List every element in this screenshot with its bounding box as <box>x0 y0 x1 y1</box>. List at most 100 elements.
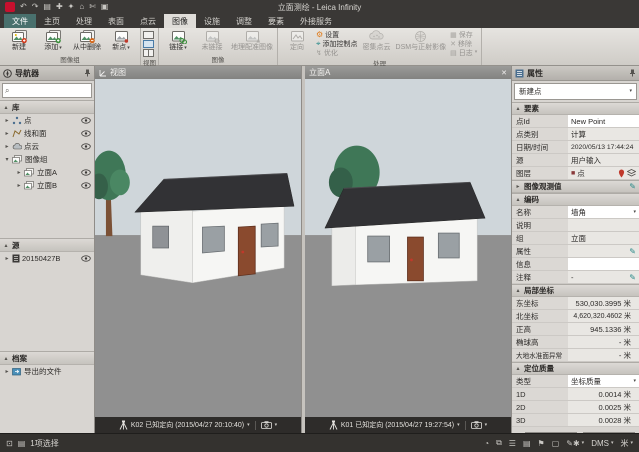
view-3d-header[interactable]: 视图 <box>95 66 301 79</box>
link-button[interactable]: 链接▾ <box>161 29 195 52</box>
tab-imaging[interactable]: 图像 <box>164 14 196 28</box>
new-point-button[interactable]: 新点▾ <box>104 29 138 52</box>
flag-icon[interactable]: ⚑ <box>538 439 545 448</box>
tree-item-point-clouds[interactable]: ▸ 点云 <box>0 140 94 153</box>
code-name-dropdown[interactable]: 墙角▾ <box>568 206 639 218</box>
log-button[interactable]: ▤日志▾ <box>450 48 477 57</box>
tools-icon[interactable]: ✦ <box>68 1 75 13</box>
expand-icon[interactable]: ▸ <box>4 255 10 262</box>
inspector-icon[interactable]: ▤ <box>18 439 26 448</box>
dropdown-caret-icon[interactable]: ▾ <box>485 423 488 428</box>
search-input[interactable] <box>11 85 89 96</box>
close-icon[interactable]: ✕ <box>501 69 507 77</box>
tree-item-image-group[interactable]: ▾ 图像组 <box>0 153 94 166</box>
expand-icon[interactable]: ▾ <box>4 156 10 163</box>
layout-icon[interactable]: ▣ <box>101 1 109 13</box>
visibility-eye-icon[interactable] <box>81 182 91 189</box>
list-icon[interactable]: ☰ <box>509 439 516 448</box>
station-selector[interactable]: K02 已知定向 (2015/04/27 20:10:40) <box>131 420 244 430</box>
view-facade-a-header[interactable]: 立面A ✕ <box>305 66 511 79</box>
camera-icon[interactable] <box>261 421 272 429</box>
expand-icon[interactable]: ▸ <box>4 368 10 375</box>
add-icon[interactable]: ✚ <box>56 1 63 13</box>
snap-settings-dropdown[interactable]: ✎✱ ▾ <box>566 439 584 448</box>
georeference-image-button[interactable]: 地理配准图像 <box>229 29 275 52</box>
navigator-search[interactable]: ⌕ <box>2 83 92 98</box>
view-facade-a-canvas[interactable] <box>305 79 511 417</box>
point-id-input[interactable]: New Point <box>568 115 639 127</box>
tab-pointclouds[interactable]: 点云 <box>132 14 164 28</box>
pin-icon[interactable] <box>84 69 91 77</box>
view-grid-button[interactable] <box>143 49 154 57</box>
tab-features[interactable]: 要素 <box>260 14 292 28</box>
tree-item-facade-b[interactable]: ▸ 立面B <box>0 179 94 192</box>
view-single-button[interactable] <box>143 31 154 39</box>
tab-surfaces[interactable]: 表面 <box>100 14 132 28</box>
dense-point-cloud-button[interactable]: 密集点云 <box>360 29 394 52</box>
folder-icon[interactable]: ▢ <box>552 439 560 448</box>
home-icon[interactable]: ⌂ <box>79 1 84 13</box>
pin-icon[interactable] <box>629 69 636 77</box>
tree-item-lines-areas[interactable]: ▸ 线和面 <box>0 127 94 140</box>
note-edit[interactable]: -✎ <box>568 271 639 283</box>
tab-processing[interactable]: 处理 <box>68 14 100 28</box>
visibility-eye-icon[interactable] <box>81 255 91 262</box>
unlink-button[interactable]: 未链接 <box>195 29 229 52</box>
info-input[interactable] <box>568 258 639 270</box>
tree-item-exported-files[interactable]: ▸ 导出的文件 <box>0 365 94 378</box>
section-library[interactable]: ▴ 库 <box>0 100 94 114</box>
cut-icon[interactable]: ✄ <box>89 1 96 13</box>
expand-icon[interactable]: ▸ <box>16 182 22 189</box>
expand-icon[interactable]: ▸ <box>16 169 22 176</box>
visibility-eye-icon[interactable] <box>81 130 91 137</box>
new-point-selector[interactable]: 新建点 ▾ <box>514 83 637 100</box>
layers-icon[interactable] <box>627 169 636 177</box>
section-image-observations[interactable]: ▸ 图像观测值 ✎ <box>512 180 639 193</box>
report-icon[interactable]: ▤ <box>43 1 51 13</box>
distance-unit-dropdown[interactable]: 米 ▾ <box>620 438 633 449</box>
tab-adjustments[interactable]: 调整 <box>228 14 260 28</box>
section-source[interactable]: ▴ 源 <box>0 238 94 252</box>
tab-infrastructure[interactable]: 设施 <box>196 14 228 28</box>
section-feature[interactable]: ▴ 要素 <box>512 102 639 115</box>
station-selector[interactable]: K01 已知定向 (2015/04/27 19:27:54) <box>341 420 454 430</box>
angle-unit-dropdown[interactable]: DMS ▾ <box>591 439 613 448</box>
tree-item-points[interactable]: ▸ 点 <box>0 114 94 127</box>
tree-item-source-file[interactable]: ▸ 20150427B <box>0 252 94 265</box>
tab-services[interactable]: 外接服务 <box>292 14 340 28</box>
view-split-button[interactable] <box>143 40 154 48</box>
dsm-orthophoto-button[interactable]: DSM与正射影像 <box>394 29 449 52</box>
tab-file[interactable]: 文件 <box>4 14 36 28</box>
windows-icon[interactable]: ⧉ <box>496 438 502 448</box>
visibility-eye-icon[interactable] <box>81 143 91 150</box>
tree-item-facade-a[interactable]: ▸ 立面A <box>0 166 94 179</box>
redo-icon[interactable]: ↷ <box>32 1 39 13</box>
expand-icon[interactable]: ▸ <box>4 130 10 137</box>
layer-value[interactable]: ■ 点 <box>568 167 639 179</box>
section-archive[interactable]: ▴ 档案 <box>0 351 94 365</box>
camera-icon[interactable] <box>471 421 482 429</box>
dropdown-caret-icon[interactable]: ▾ <box>457 423 460 428</box>
log-panel-icon[interactable]: ▤ <box>523 439 531 448</box>
selection-mode-icon[interactable]: ⊡ <box>6 439 13 448</box>
new-image-group-button[interactable]: 新建 <box>2 29 36 52</box>
expand-icon[interactable]: ▸ <box>4 143 10 150</box>
tab-home[interactable]: 主页 <box>36 14 68 28</box>
visibility-eye-icon[interactable] <box>81 117 91 124</box>
section-local-coordinates[interactable]: ▴ 局部坐标 <box>512 284 639 297</box>
dropdown-caret-icon[interactable]: ▾ <box>275 423 278 428</box>
pencil-icon[interactable]: ✎ <box>629 273 636 282</box>
pencil-icon[interactable]: ✎ <box>629 247 636 256</box>
visibility-eye-icon[interactable] <box>81 169 91 176</box>
section-coding[interactable]: ▴ 编码 <box>512 193 639 206</box>
add-images-button[interactable]: 添加▾ <box>36 29 70 52</box>
section-position-quality[interactable]: ▴ 定位质量 <box>512 362 639 375</box>
map-pin-icon[interactable] <box>618 169 625 178</box>
view-3d-canvas[interactable] <box>95 79 301 417</box>
undo-icon[interactable]: ↶ <box>20 1 27 13</box>
remove-from-group-button[interactable]: 从中删除 <box>70 29 104 52</box>
optimize-button[interactable]: ↯优化 <box>316 48 358 57</box>
attributes-edit[interactable]: ✎ <box>568 245 639 257</box>
quality-type-dropdown[interactable]: 坐标质量▾ <box>568 375 639 387</box>
orient-button[interactable]: 定向 <box>280 29 314 52</box>
